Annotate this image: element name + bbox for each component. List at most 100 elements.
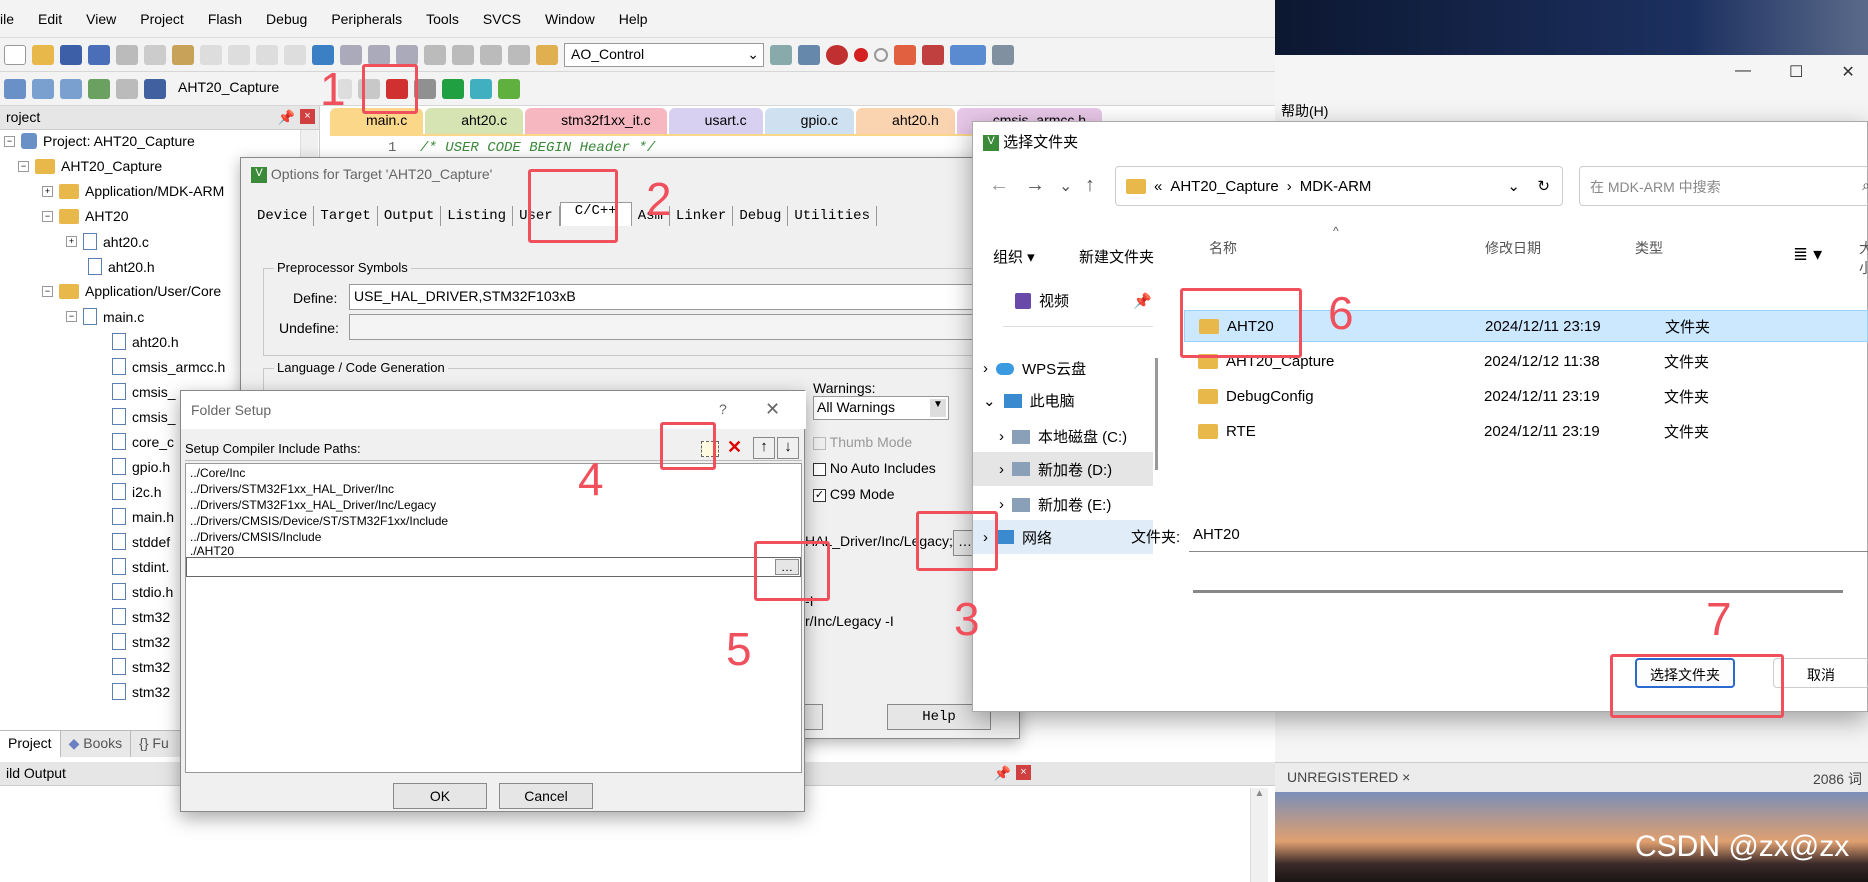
nav-item-drive-c[interactable]: › 本地磁盘 (C:): [999, 426, 1127, 447]
list-item-debugconfig[interactable]: DebugConfig 2024/12/11 23:19 文件夹: [1184, 380, 1868, 412]
expand-icon[interactable]: +: [42, 185, 53, 197]
nav-item-drive-d[interactable]: › 新加卷 (D:): [973, 452, 1153, 486]
close-panel-icon[interactable]: ×: [1016, 765, 1031, 780]
download-icon[interactable]: [144, 78, 166, 99]
nav-back-icon[interactable]: ←: [989, 174, 1009, 197]
tab-gpio-c[interactable]: gpio.c: [764, 108, 855, 134]
close-icon[interactable]: ✕: [765, 399, 780, 420]
uncomment-icon[interactable]: [508, 44, 530, 65]
chevron-right-icon[interactable]: ›: [999, 496, 1004, 513]
tab-debug[interactable]: Debug: [733, 206, 789, 226]
tree-node[interactable]: − Application/User/Core: [42, 283, 221, 299]
nav-up-icon[interactable]: ↑: [1085, 174, 1095, 197]
tab-aht20-h[interactable]: aht20.h: [856, 108, 955, 134]
tab-linker[interactable]: Linker: [670, 206, 734, 226]
tree-node[interactable]: main.h: [112, 508, 174, 525]
search-box[interactable]: 在 MDK-ARM 中搜索 ⌕: [1579, 166, 1868, 206]
tree-node[interactable]: − AHT20: [42, 208, 129, 224]
tab-books[interactable]: ◆ Books: [61, 731, 132, 757]
pin-icon[interactable]: 📌: [278, 109, 295, 126]
nav-back-icon[interactable]: [256, 44, 278, 65]
cancel-button[interactable]: 取消: [1773, 658, 1868, 688]
path-item[interactable]: ./AHT20: [190, 545, 797, 557]
tab-target[interactable]: Target: [314, 206, 378, 226]
warnings-select[interactable]: All Warnings ▼: [813, 396, 949, 420]
define-input[interactable]: USE_HAL_DRIVER,STM32F103xB: [349, 284, 1021, 310]
c99-mode-checkbox[interactable]: ✓ C99 Mode: [813, 486, 894, 502]
nav-item-wps-cloud[interactable]: › WPS云盘: [983, 358, 1086, 379]
find-in-files-icon[interactable]: [770, 44, 792, 65]
tab-usart-c[interactable]: usart.c: [668, 108, 763, 134]
tab-utilities[interactable]: Utilities: [788, 206, 877, 226]
tab-stm32f1xx-it-c[interactable]: stm32f1xx_it.c: [525, 108, 667, 134]
tree-node[interactable]: stddef: [112, 533, 170, 550]
nav-item-drive-e[interactable]: › 新加卷 (E:): [999, 494, 1111, 515]
menu-window[interactable]: Window: [533, 11, 607, 27]
breadcrumb-aht20-capture[interactable]: AHT20_Capture: [1170, 178, 1278, 195]
new-folder-button[interactable]: 新建文件夹: [1079, 246, 1154, 267]
breakpoint-icon[interactable]: [854, 47, 868, 62]
breakpoint-disable-icon[interactable]: [874, 47, 888, 62]
window-layout-icon[interactable]: [950, 44, 986, 65]
menu-svcs[interactable]: SVCS: [471, 11, 533, 27]
path-item[interactable]: ../Drivers/STM32F1xx_HAL_Driver/Inc: [190, 481, 797, 497]
menu-project[interactable]: Project: [128, 11, 196, 27]
collapse-icon[interactable]: −: [42, 285, 53, 297]
address-chevron-icon[interactable]: ⌄: [1507, 177, 1520, 195]
pack-installer-icon[interactable]: [470, 78, 492, 99]
nav-scrollbar[interactable]: [1155, 358, 1158, 470]
chevron-right-icon[interactable]: ›: [999, 461, 1004, 478]
chevron-right-icon[interactable]: ›: [999, 428, 1004, 445]
tree-node[interactable]: stdio.h: [112, 583, 173, 600]
menu-debug[interactable]: Debug: [254, 11, 319, 27]
chevron-right-icon[interactable]: ›: [983, 360, 988, 377]
tree-node[interactable]: gpio.h: [112, 458, 170, 475]
open-folder-icon[interactable]: [32, 44, 54, 65]
no-auto-includes-checkbox[interactable]: No Auto Includes: [813, 460, 936, 476]
collapse-icon[interactable]: −: [4, 135, 15, 147]
menu-flash[interactable]: Flash: [196, 11, 254, 27]
redo-icon[interactable]: [228, 44, 250, 65]
tree-node[interactable]: cmsis_armcc.h: [112, 358, 225, 375]
path-item[interactable]: ../Drivers/CMSIS/Device/ST/STM32F1xx/Inc…: [190, 513, 797, 529]
col-name[interactable]: 名称: [1209, 238, 1237, 258]
collapse-icon[interactable]: −: [66, 311, 77, 322]
nav-item-this-pc[interactable]: ⌄ 此电脑: [983, 390, 1075, 411]
nav-forward-icon[interactable]: →: [1025, 174, 1045, 197]
breakpoint-clear-icon[interactable]: [922, 44, 944, 65]
pin-icon[interactable]: 📌: [994, 765, 1011, 782]
menu-view[interactable]: View: [74, 11, 128, 27]
tree-node[interactable]: cmsis_: [112, 383, 176, 400]
tab-output[interactable]: Output: [378, 206, 442, 226]
nav-forward-icon[interactable]: [284, 44, 306, 65]
tree-node[interactable]: stm32: [112, 633, 170, 650]
help-icon[interactable]: ?: [719, 401, 727, 417]
tree-node[interactable]: stdint.: [112, 558, 169, 575]
bookmark-prev-icon[interactable]: [340, 44, 362, 65]
menu-file[interactable]: ile: [0, 11, 26, 27]
close-icon[interactable]: ✕: [1841, 62, 1854, 84]
incremental-find-icon[interactable]: [798, 44, 820, 65]
build-icon[interactable]: [32, 78, 54, 99]
tree-node[interactable]: cmsis_: [112, 408, 176, 425]
breadcrumb-overflow[interactable]: «: [1154, 178, 1162, 195]
tab-functions[interactable]: {} Fu: [131, 731, 177, 757]
move-up-icon[interactable]: ↑: [753, 437, 775, 459]
col-type[interactable]: 类型: [1635, 238, 1663, 258]
col-date[interactable]: 修改日期: [1485, 238, 1541, 258]
pin-icon[interactable]: 📌: [1133, 292, 1152, 310]
debug-start-icon[interactable]: [826, 44, 848, 65]
list-item-rte[interactable]: RTE 2024/12/11 23:19 文件夹: [1184, 415, 1868, 447]
indent-icon[interactable]: [424, 44, 446, 65]
menu-edit[interactable]: Edit: [26, 11, 74, 27]
tree-node[interactable]: − AHT20_Capture: [18, 158, 162, 174]
tree-node[interactable]: core_c: [112, 433, 174, 450]
organize-menu[interactable]: 组织 ▾: [993, 246, 1035, 267]
nav-item-videos[interactable]: 视频 📌: [1015, 290, 1152, 311]
path-item[interactable]: ../Drivers/STM32F1xx_HAL_Driver/Inc/Lega…: [190, 497, 797, 513]
menu-help[interactable]: Help: [607, 11, 660, 27]
help-menu[interactable]: 帮助(H): [1281, 101, 1328, 121]
bookmark-clear-icon[interactable]: [396, 44, 418, 65]
rebuild-icon[interactable]: [60, 78, 82, 99]
tree-node[interactable]: aht20.h: [88, 258, 155, 275]
